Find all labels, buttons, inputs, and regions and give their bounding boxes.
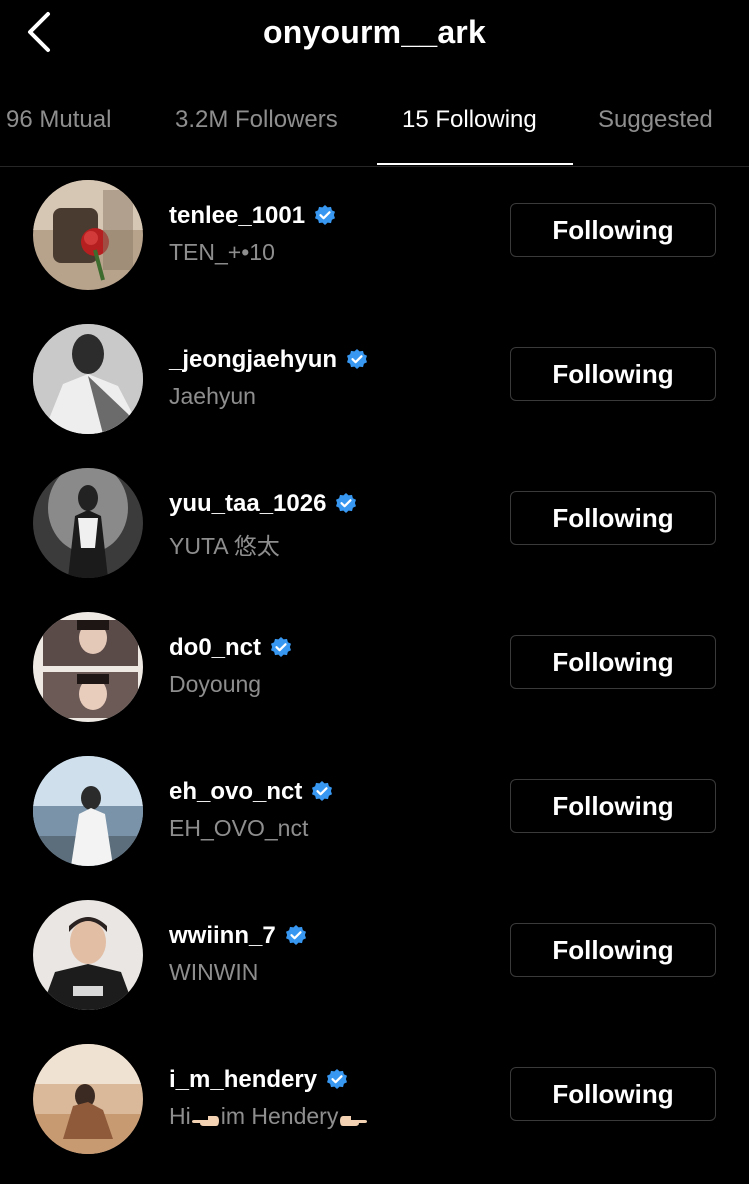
full-name: YUTA 悠太 <box>169 533 280 559</box>
tab-following[interactable]: 15 Following <box>402 106 537 134</box>
full-name-middle: im Hendery <box>220 1103 339 1129</box>
list-item: i_m_hendery Hi im Hendery Following <box>0 1044 749 1156</box>
verified-badge-icon <box>313 204 337 228</box>
top-bar: onyourm__ark <box>0 0 749 70</box>
username: i_m_hendery <box>169 1066 318 1093</box>
full-name: WINWIN <box>169 959 259 985</box>
username: tenlee_1001 <box>169 202 306 229</box>
following-button[interactable]: Following <box>510 203 716 257</box>
following-button[interactable]: Following <box>510 635 716 689</box>
username: yuu_taa_1026 <box>169 490 327 517</box>
list-item: wwiinn_7 WINWIN Following <box>0 900 749 1012</box>
verified-badge-icon <box>269 636 293 660</box>
tab-mutual[interactable]: 96 Mutual <box>6 106 111 134</box>
list-item: _jeongjaehyun Jaehyun Following <box>0 324 749 436</box>
verified-badge-icon <box>334 492 358 516</box>
username: wwiinn_7 <box>169 922 276 949</box>
username-link[interactable]: tenlee_1001 <box>169 202 337 230</box>
full-name: Jaehyun <box>169 383 256 409</box>
username: do0_nct <box>169 634 262 661</box>
tab-followers[interactable]: 3.2M Followers <box>175 106 338 134</box>
following-button[interactable]: Following <box>510 779 716 833</box>
full-name: Hi im Hendery <box>169 1103 368 1130</box>
following-button[interactable]: Following <box>510 491 716 545</box>
username-link[interactable]: yuu_taa_1026 <box>169 490 358 518</box>
full-name: Doyoung <box>169 671 262 697</box>
full-name: EH_OVO_nct <box>169 815 309 841</box>
verified-badge-icon <box>345 348 369 372</box>
pointing-left-hand-icon <box>339 1109 368 1127</box>
username-link[interactable]: eh_ovo_nct <box>169 778 334 806</box>
following-button[interactable]: Following <box>510 923 716 977</box>
list-item: tenlee_1001 TEN_+•10 Following <box>0 180 749 292</box>
profile-username-title: onyourm__ark <box>263 14 486 50</box>
full-name: TEN_+•10 <box>169 239 275 265</box>
verified-badge-icon <box>310 780 334 804</box>
list-item: do0_nct Doyoung Following <box>0 612 749 724</box>
avatar[interactable] <box>33 1044 143 1154</box>
verified-badge-icon <box>284 924 308 948</box>
avatar[interactable] <box>33 180 143 290</box>
avatar[interactable] <box>33 612 143 722</box>
verified-badge-icon <box>325 1068 349 1092</box>
username-link[interactable]: do0_nct <box>169 634 293 662</box>
active-tab-indicator <box>377 163 573 165</box>
username-link[interactable]: _jeongjaehyun <box>169 346 369 374</box>
pointing-left-hand-icon <box>191 1109 220 1127</box>
follow-tabs: 96 Mutual 3.2M Followers 15 Following Su… <box>0 92 749 167</box>
tab-suggested[interactable]: Suggested <box>598 106 713 134</box>
avatar[interactable] <box>33 468 143 578</box>
list-item: eh_ovo_nct EH_OVO_nct Following <box>0 756 749 868</box>
username: eh_ovo_nct <box>169 778 303 805</box>
username-link[interactable]: wwiinn_7 <box>169 922 308 950</box>
avatar[interactable] <box>33 900 143 1010</box>
avatar[interactable] <box>33 324 143 434</box>
following-button[interactable]: Following <box>510 1067 716 1121</box>
full-name-prefix: Hi <box>169 1103 191 1129</box>
following-button[interactable]: Following <box>510 347 716 401</box>
list-item: yuu_taa_1026 YUTA 悠太 Following <box>0 468 749 580</box>
username: _jeongjaehyun <box>169 346 338 373</box>
avatar[interactable] <box>33 756 143 866</box>
username-link[interactable]: i_m_hendery <box>169 1066 349 1094</box>
